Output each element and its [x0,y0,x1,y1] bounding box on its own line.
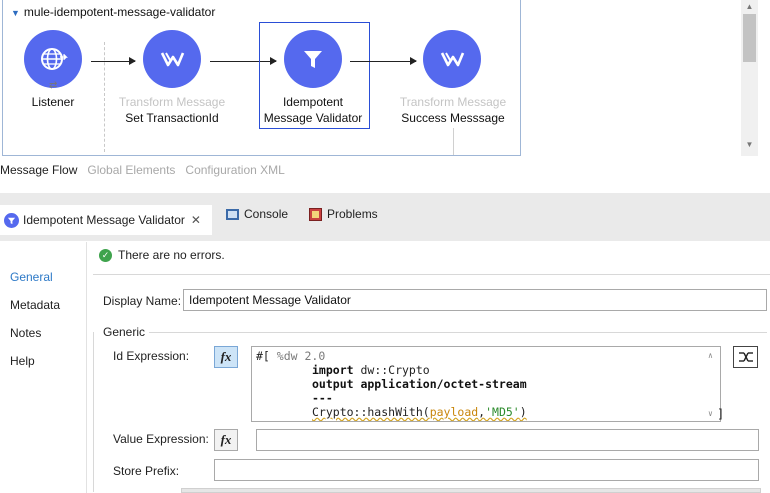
status-row: ✓ There are no errors. [99,248,225,262]
closing-bracket: ] [717,407,725,421]
chevron-up-icon[interactable]: ∧ [708,349,713,363]
editor-tab-bar: Idempotent Message Validator ✕ Console P… [0,193,770,241]
node-name-label: Success Messsage [401,111,505,125]
scroll-down-icon[interactable]: ▼ [741,138,758,152]
id-expression-editor[interactable]: #[ %dw 2.0 import dw::Crypto output appl… [251,346,721,422]
flow-canvas: ▼ mule-idempotent-message-validator ⇄ Lis… [0,0,770,160]
transform-message-node[interactable] [423,30,481,88]
display-name-label: Display Name: [103,294,182,308]
tab-problems-label: Problems [327,207,378,221]
chevron-down-icon[interactable]: ∨ [708,407,713,421]
divider [93,274,770,275]
dataweave-mapper-button[interactable] [733,346,758,368]
value-expression-label: Value Expression: [113,432,209,446]
node-name-line2: Message Validator [263,111,363,125]
node-name-label: Set TransactionId [125,111,219,125]
transform-message-node[interactable] [143,30,201,88]
console-icon [226,208,239,220]
listener-label: Listener [31,95,75,109]
canvas-view-tabs: Message Flow Global Elements Configurati… [0,163,285,181]
globe-icon [41,48,68,70]
properties-panel: ✓ There are no errors. Display Name: Gen… [86,242,770,493]
filter-icon [304,51,322,68]
value-expression-input[interactable] [256,429,759,451]
nav-item-notes[interactable]: Notes [10,326,41,340]
display-name-input[interactable] [183,289,767,311]
tab-console[interactable]: Console [226,201,288,227]
scroll-thumb[interactable] [743,14,756,62]
collapse-triangle-icon[interactable]: ▼ [11,8,20,18]
idempotent-validator-node[interactable] [284,30,342,88]
store-prefix-input[interactable] [214,459,759,481]
node-type-label: Transform Message [399,95,507,109]
tab-message-flow[interactable]: Message Flow [0,163,77,181]
nav-item-help[interactable]: Help [10,354,35,368]
canvas-vertical-scrollbar[interactable]: ▲ ▼ [741,0,758,156]
tab-properties-label: Idempotent Message Validator [23,213,185,227]
check-icon: ✓ [99,248,112,262]
group-border [93,332,94,492]
status-text: There are no errors. [118,248,225,262]
node-type-label: Transform Message [118,95,226,109]
filter-icon [4,212,19,228]
code-line: Crypto::hashWith(payload,'MD5') [312,405,527,419]
flow-container[interactable]: ▼ mule-idempotent-message-validator ⇄ Lis… [2,0,521,156]
transform-icon [440,52,465,67]
idempotent-validator-label: Idempotent Message Validator [253,94,373,126]
transform-message-label: Transform Message Set TransactionId [112,94,232,126]
scroll-up-icon[interactable]: ▲ [741,0,758,14]
sync-icon: ⇄ [49,80,58,91]
mapping-icon [738,352,753,362]
transform-icon [160,52,185,67]
problems-icon [309,207,322,221]
horizontal-scrollbar[interactable] [181,488,761,493]
code-line: #[ %dw 2.0 [256,349,326,363]
code-line: --- [312,391,333,405]
tab-console-label: Console [244,207,289,221]
node-name-line1: Idempotent [282,95,344,109]
nav-item-metadata[interactable]: Metadata [10,298,60,312]
group-generic-label: Generic [103,325,150,339]
fx-toggle-button[interactable]: fx [214,346,238,368]
transform-message-label: Transform Message Success Messsage [393,94,513,126]
flow-title-text: mule-idempotent-message-validator [23,5,216,19]
code-line: output application/octet-stream [312,377,527,391]
id-expression-label: Id Expression: [113,349,190,363]
close-icon[interactable]: ✕ [191,213,201,227]
tab-properties[interactable]: Idempotent Message Validator ✕ [0,205,212,235]
properties-side-nav: General Metadata Notes Help [0,242,86,493]
flow-title[interactable]: ▼ mule-idempotent-message-validator [11,5,215,19]
tab-global-elements[interactable]: Global Elements [87,163,175,181]
flow-arrow [350,57,417,65]
store-prefix-label: Store Prefix: [113,464,180,478]
nav-item-general[interactable]: General [10,270,53,284]
flow-arrow [91,57,136,65]
fx-toggle-button[interactable]: fx [214,429,238,451]
code-line: import dw::Crypto [312,363,430,377]
tab-problems[interactable]: Problems [309,201,378,227]
flow-connector [453,128,454,155]
group-border [147,332,767,333]
tab-configuration-xml[interactable]: Configuration XML [185,163,284,181]
